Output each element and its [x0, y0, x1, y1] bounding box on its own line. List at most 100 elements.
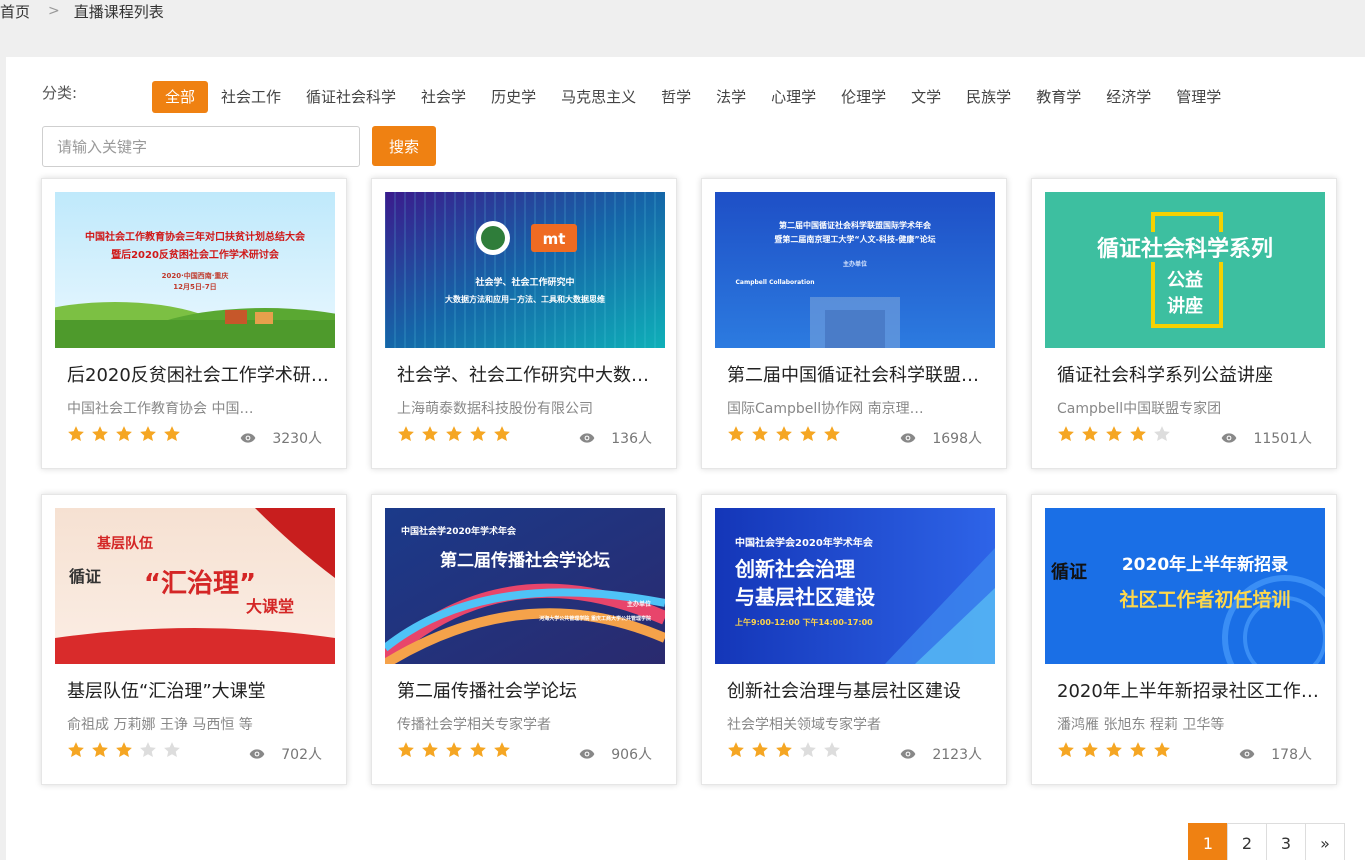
category-item[interactable]: 哲学 — [649, 81, 703, 113]
cover-text: 河海大学公共管理学院 重庆工商大学公共管理学院 — [538, 615, 651, 622]
course-card[interactable]: 中国社会工作教育协会三年对口扶贫计划总结大会 暨后2020反贫困社会工作学术研讨会… — [41, 178, 347, 469]
cover-text: 主办单位 — [843, 260, 867, 268]
course-card[interactable]: 2020年上半年新招录社区工作者初任培训 循证 2020年上半年新招录社区工作者初… — [1031, 494, 1337, 785]
course-title[interactable]: 创新社会治理与基层社区建设 — [727, 677, 989, 703]
category-item[interactable]: 社会学 — [409, 81, 478, 113]
category-item[interactable]: 历史学 — [479, 81, 548, 113]
category-item[interactable]: 伦理学 — [829, 81, 898, 113]
view-count-text: 11501人 — [1253, 431, 1312, 447]
star-empty-icon — [140, 742, 156, 758]
star-filled-icon — [776, 426, 792, 442]
course-title[interactable]: 基层队伍“汇治理”大课堂 — [67, 677, 329, 703]
course-rating — [67, 741, 187, 759]
course-organizer: 潘鸿雁 张旭东 程莉 卫华等 — [1057, 717, 1225, 733]
cover-text: 社会学、社会工作研究中 — [474, 276, 574, 288]
course-card[interactable]: 中国社会学会2020年学术年会 创新社会治理 与基层社区建设 上午9:00-12:00… — [701, 494, 1007, 785]
view-count-text: 136人 — [611, 431, 652, 447]
category-item[interactable]: 社会工作 — [209, 81, 293, 113]
eye-icon — [1239, 749, 1255, 759]
cover-text: 与基层社区建设 — [735, 585, 875, 609]
star-filled-icon — [164, 426, 180, 442]
star-filled-icon — [1106, 426, 1122, 442]
course-title[interactable]: 循证社会科学系列公益讲座 — [1057, 361, 1319, 387]
course-organizer: 社会学相关领域专家学者 — [727, 717, 881, 733]
course-organizer: 上海萌泰数据科技股份有限公司 — [397, 401, 593, 417]
cover-text: 基层队伍 — [97, 535, 153, 552]
course-cover-image[interactable]: 循证社会科学系列 公益 讲座 — [1045, 192, 1325, 348]
course-card[interactable]: mt 社会学、社会工作研究中 大数据方法和应用－方法、工具和大数据思维 社会学、社会… — [371, 178, 677, 469]
course-title[interactable]: 2020年上半年新招录社区工作者初任培训 — [1057, 677, 1319, 703]
category-item[interactable]: 教育学 — [1024, 81, 1093, 113]
cover-text: 2020年上半年新招录 — [1122, 554, 1288, 575]
star-filled-icon — [824, 426, 840, 442]
star-filled-icon — [398, 742, 414, 758]
star-empty-icon — [164, 742, 180, 758]
course-title[interactable]: 社会学、社会工作研究中大数据方法和应用 — [397, 361, 659, 387]
star-filled-icon — [776, 742, 792, 758]
category-item[interactable]: 心理学 — [759, 81, 828, 113]
course-view-count: 178人 — [1239, 744, 1312, 764]
category-item[interactable]: 法学 — [704, 81, 758, 113]
cover-text: “汇治理” — [144, 569, 256, 599]
star-filled-icon — [116, 742, 132, 758]
search-input[interactable] — [42, 126, 360, 167]
star-filled-icon — [728, 426, 744, 442]
breadcrumb: 首页 > 直播课程列表 — [0, 0, 164, 22]
next-page-button[interactable]: » — [1305, 823, 1345, 860]
cover-text: 循证 — [69, 567, 101, 586]
course-cover-image[interactable]: 中国社会学会2020年学术年会 创新社会治理 与基层社区建设 上午9:00-12:00… — [715, 508, 995, 664]
course-view-count: 702人 — [249, 744, 322, 764]
star-empty-icon — [1154, 426, 1170, 442]
star-filled-icon — [140, 426, 156, 442]
course-organizer: 国际Campbell协作网 南京理工大学 — [727, 401, 927, 417]
category-item[interactable]: 民族学 — [954, 81, 1023, 113]
course-cover-image[interactable]: 中国社会工作教育协会三年对口扶贫计划总结大会 暨后2020反贫困社会工作学术研讨会… — [55, 192, 335, 348]
course-card[interactable]: 中国社会学2020年学术年会 第二届传播社会学论坛 主办单位 河海大学公共管理学院 重… — [371, 494, 677, 785]
category-item[interactable]: 文学 — [899, 81, 953, 113]
cover-text: 创新社会治理 — [734, 557, 855, 581]
star-filled-icon — [1106, 742, 1122, 758]
breadcrumb-home-link[interactable]: 首页 — [0, 1, 30, 22]
page-button[interactable]: 1 — [1188, 823, 1228, 860]
course-view-count: 1698人 — [900, 428, 982, 448]
course-organizer: 传播社会学相关专家学者 — [397, 717, 551, 733]
cover-text: 第二届传播社会学论坛 — [440, 550, 610, 571]
page-button[interactable]: 2 — [1227, 823, 1267, 860]
star-filled-icon — [1154, 742, 1170, 758]
star-filled-icon — [68, 426, 84, 442]
star-filled-icon — [422, 742, 438, 758]
course-card[interactable]: 第二届中国循证社会科学联盟国际学术年会 暨第二届南京理工大学“人文-科技-健康”论… — [701, 178, 1007, 469]
course-cover-image[interactable]: 基层队伍 “汇治理” 大课堂 循证 — [55, 508, 335, 664]
star-filled-icon — [1058, 742, 1074, 758]
star-filled-icon — [1082, 426, 1098, 442]
course-card[interactable]: 基层队伍 “汇治理” 大课堂 循证 基层队伍“汇治理”大课堂 俞祖成 万莉娜 王诤 马… — [41, 494, 347, 785]
view-count-text: 906人 — [611, 747, 652, 763]
category-item[interactable]: 循证社会科学 — [294, 81, 408, 113]
course-cover-image[interactable]: 第二届中国循证社会科学联盟国际学术年会 暨第二届南京理工大学“人文-科技-健康”论… — [715, 192, 995, 348]
eye-icon — [901, 433, 916, 443]
course-rating — [1057, 741, 1177, 759]
category-item[interactable]: 马克思主义 — [549, 81, 648, 113]
course-rating — [727, 425, 847, 443]
breadcrumb-separator: > — [48, 3, 60, 19]
eye-icon — [579, 749, 595, 759]
course-cover-image[interactable]: mt 社会学、社会工作研究中 大数据方法和应用－方法、工具和大数据思维 — [385, 192, 665, 348]
search-button[interactable]: 搜索 — [372, 126, 436, 166]
cover-text: Campbell Collaboration — [736, 279, 815, 286]
cover-text: 2020·中国西南·重庆 — [162, 271, 229, 280]
course-title[interactable]: 第二届中国循证社会科学联盟国际学术年会 — [727, 361, 989, 387]
category-item[interactable]: 管理学 — [1164, 81, 1233, 113]
breadcrumb-current: 直播课程列表 — [73, 2, 164, 21]
course-title[interactable]: 后2020反贫困社会工作学术研讨会 — [67, 361, 329, 387]
category-item[interactable]: 全部 — [152, 81, 209, 113]
course-cover-image[interactable]: 中国社会学2020年学术年会 第二届传播社会学论坛 主办单位 河海大学公共管理学院 重… — [385, 508, 665, 664]
course-title[interactable]: 第二届传播社会学论坛 — [397, 677, 659, 703]
star-filled-icon — [728, 742, 744, 758]
star-filled-icon — [494, 426, 510, 442]
star-filled-icon — [422, 426, 438, 442]
course-cover-image[interactable]: 2020年上半年新招录 社区工作者初任培训 循证 — [1045, 508, 1325, 664]
page-button[interactable]: 3 — [1266, 823, 1306, 860]
course-card[interactable]: 循证社会科学系列 公益 讲座 循证社会科学系列公益讲座 Campbell中国联盟专家… — [1031, 178, 1337, 469]
category-item[interactable]: 经济学 — [1094, 81, 1163, 113]
view-count-text: 178人 — [1271, 747, 1312, 763]
